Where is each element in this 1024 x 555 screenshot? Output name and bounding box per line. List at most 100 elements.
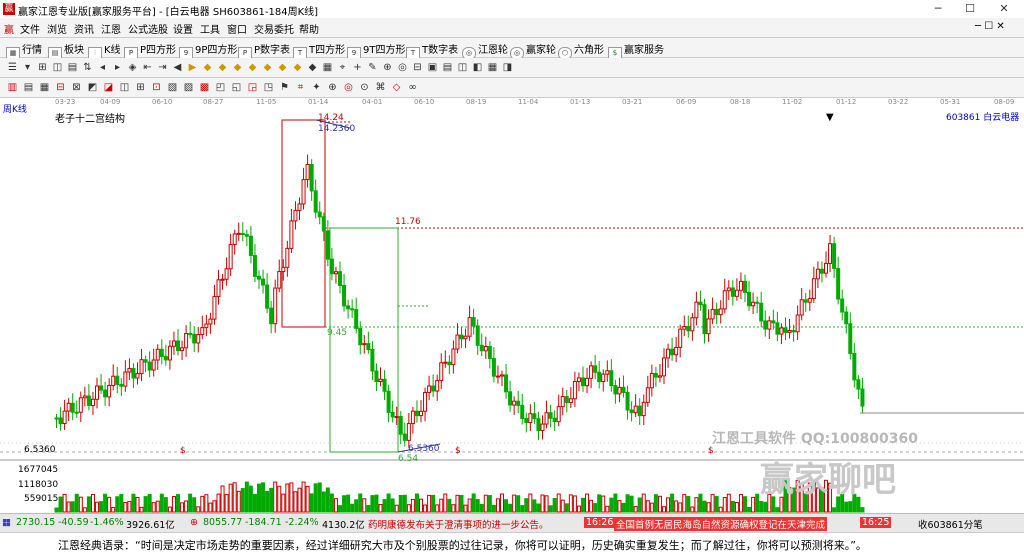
volume-bar bbox=[633, 506, 638, 513]
candle-body bbox=[585, 377, 590, 387]
toolbar-tool-icon[interactable]: ▣ bbox=[426, 61, 439, 74]
candle-body bbox=[775, 322, 780, 335]
volume-bar bbox=[698, 493, 703, 513]
toolbar-indicator-icon[interactable]: ◇ bbox=[390, 81, 403, 94]
toolbar-tool-icon[interactable]: ◨ bbox=[501, 61, 514, 74]
news-item[interactable]: 全国首例无居民海岛自然资源确权登记在天津完成 bbox=[614, 517, 828, 531]
toolbar-tool-icon[interactable]: ◫ bbox=[51, 61, 64, 74]
toolbar-tool-icon[interactable]: + bbox=[351, 61, 364, 74]
toolbar-indicator-icon[interactable]: ⊞ bbox=[134, 81, 147, 94]
menu-trade[interactable]: 交易委托 bbox=[254, 21, 294, 36]
toolbar-indicator-icon[interactable]: ◰ bbox=[214, 81, 227, 94]
toolbar-indicator-icon[interactable]: ⊟ bbox=[54, 81, 67, 94]
toolbar-tool-icon[interactable]: ◂ bbox=[96, 61, 109, 74]
menu-window[interactable]: 窗口 bbox=[227, 21, 247, 36]
menu-formula[interactable]: 公式选股 bbox=[128, 21, 168, 36]
toolbar-tool-icon[interactable]: ◆ bbox=[306, 61, 319, 74]
toolbar-tool-icon[interactable]: ⇥ bbox=[156, 61, 169, 74]
toolbar-indicator-icon[interactable]: ◩ bbox=[86, 81, 99, 94]
toolbar-indicator-icon[interactable]: ◱ bbox=[230, 81, 243, 94]
toolbar-tool-icon[interactable]: ◀ bbox=[171, 61, 184, 74]
sh-index[interactable]: 2730.15 bbox=[16, 517, 55, 528]
toolbar-tool-icon[interactable]: ⇅ bbox=[81, 61, 94, 74]
toolbar-tool-icon[interactable]: ◆ bbox=[276, 61, 289, 74]
toolbar-indicator-icon[interactable]: ◫ bbox=[118, 81, 131, 94]
toolbar-tool-icon[interactable]: ▦ bbox=[321, 61, 334, 74]
menu-file[interactable]: 文件 bbox=[20, 21, 40, 36]
toolbar-indicator-icon[interactable]: ▩ bbox=[198, 81, 211, 94]
volume-bar bbox=[70, 501, 75, 513]
toolbar-tool-icon[interactable]: ⊟ bbox=[411, 61, 424, 74]
toolbar-indicator-icon[interactable]: ⊠ bbox=[70, 81, 83, 94]
candle-body bbox=[540, 423, 545, 432]
close-button[interactable]: ✕ bbox=[990, 1, 1018, 17]
volume-bar bbox=[475, 499, 480, 513]
volume-bar bbox=[730, 500, 735, 513]
toolbar-tool-icon[interactable]: ◆ bbox=[246, 61, 259, 74]
toolbar-tool-icon[interactable]: ◫ bbox=[456, 61, 469, 74]
toolbar-indicator-icon[interactable]: ▧ bbox=[166, 81, 179, 94]
toolbar-indicator-icon[interactable]: ✦ bbox=[310, 81, 323, 94]
toolbar-tool-icon[interactable]: ◆ bbox=[216, 61, 229, 74]
news-item[interactable]: 药明康德发布关于澄清事项的进一步公告。 bbox=[368, 517, 549, 531]
candle-body bbox=[285, 247, 290, 268]
toolbar-indicator-icon[interactable]: ◳ bbox=[262, 81, 275, 94]
volume-bar bbox=[176, 494, 180, 513]
toolbar-tool-icon[interactable]: ▾ bbox=[21, 61, 34, 74]
volume-bar bbox=[200, 495, 205, 513]
toolbar-indicator-icon[interactable]: ⌗ bbox=[294, 81, 307, 94]
toolbar-indicator-icon[interactable]: ◪ bbox=[102, 81, 115, 94]
dropdown-arrow-icon[interactable]: ▼ bbox=[826, 112, 834, 123]
menu-settings[interactable]: 设置 bbox=[173, 21, 193, 36]
restore-icon[interactable]: ─ ☐ ✕ bbox=[975, 21, 1005, 32]
toolbar-indicator-icon[interactable]: ▥ bbox=[6, 81, 19, 94]
menu-info[interactable]: 资讯 bbox=[74, 21, 94, 36]
menu-browse[interactable]: 浏览 bbox=[47, 21, 67, 36]
menu-tools[interactable]: 工具 bbox=[200, 21, 220, 36]
toolbar-tool-icon[interactable]: ◆ bbox=[231, 61, 244, 74]
volume-bar bbox=[115, 496, 120, 513]
dollar-marker: $ bbox=[455, 446, 461, 456]
toolbar-tool-icon[interactable]: ▤ bbox=[441, 61, 454, 74]
toolbar-tool-icon[interactable]: ◆ bbox=[291, 61, 304, 74]
main-toolbar: ▦ 行情 ▤ 板块 ⫶ K线 P P四方形 9 9P四方形 P P数字表 T T四方形 9 9T… bbox=[0, 38, 1024, 60]
toolbar-indicator-icon[interactable]: ⌘ bbox=[374, 81, 387, 94]
toolbar-indicator-icon[interactable]: ▤ bbox=[22, 81, 35, 94]
toolbar-tool-icon[interactable]: ▤ bbox=[66, 61, 79, 74]
toolbar-tool-icon[interactable]: ◆ bbox=[261, 61, 274, 74]
toolbar-tool-icon[interactable]: ▸ bbox=[111, 61, 124, 74]
toolbar-indicator-icon[interactable]: ⊙ bbox=[358, 81, 371, 94]
toolbar-tool-icon[interactable]: ✎ bbox=[366, 61, 379, 74]
maximize-button[interactable]: ☐ bbox=[956, 1, 984, 17]
toolbar-tool-icon[interactable]: ⇤ bbox=[141, 61, 154, 74]
toolbar-tool-icon[interactable]: ◈ bbox=[126, 61, 139, 74]
volume-bar bbox=[139, 506, 144, 513]
toolbar-tool-icon[interactable]: ⊕ bbox=[381, 61, 394, 74]
toolbar-tool-icon[interactable]: ☰ bbox=[6, 61, 19, 74]
toolbar-indicator-icon[interactable]: ◲ bbox=[246, 81, 259, 94]
toolbar-indicator-icon[interactable]: ⊕ bbox=[326, 81, 339, 94]
volume-bar bbox=[313, 483, 318, 513]
toolbar-tool-icon[interactable]: ◧ bbox=[471, 61, 484, 74]
toolbar-indicator-icon[interactable]: ∞ bbox=[406, 81, 419, 94]
toolbar-tool-icon[interactable]: ⌖ bbox=[336, 61, 349, 74]
minimize-button[interactable]: ─ bbox=[924, 1, 952, 17]
toolbar-indicator-icon[interactable]: ▨ bbox=[182, 81, 195, 94]
candle-body bbox=[601, 373, 606, 383]
candle-body bbox=[70, 402, 75, 413]
toolbar-tool-icon[interactable]: ▶ bbox=[186, 61, 199, 74]
toolbar-tool-icon[interactable]: ◆ bbox=[201, 61, 214, 74]
toolbar-indicator-icon[interactable]: ⚑ bbox=[278, 81, 291, 94]
tick-data-label[interactable]: 收603861分笔 bbox=[918, 517, 983, 531]
toolbar-tool-icon[interactable]: ⊞ bbox=[36, 61, 49, 74]
toolbar-indicator-icon[interactable]: ⊡ bbox=[150, 81, 163, 94]
volume-bar bbox=[151, 502, 156, 513]
toolbar-indicator-icon[interactable]: ◎ bbox=[342, 81, 355, 94]
menu-help[interactable]: 帮助 bbox=[299, 21, 319, 36]
sz-index[interactable]: 8055.77 bbox=[203, 517, 242, 528]
toolbar-indicator-icon[interactable]: ▦ bbox=[38, 81, 51, 94]
toolbar-tool-icon[interactable]: ◎ bbox=[396, 61, 409, 74]
toolbar-tool-icon[interactable]: ▦ bbox=[486, 61, 499, 74]
candle-body bbox=[605, 370, 610, 375]
menu-gann[interactable]: 江恩 bbox=[101, 21, 121, 36]
